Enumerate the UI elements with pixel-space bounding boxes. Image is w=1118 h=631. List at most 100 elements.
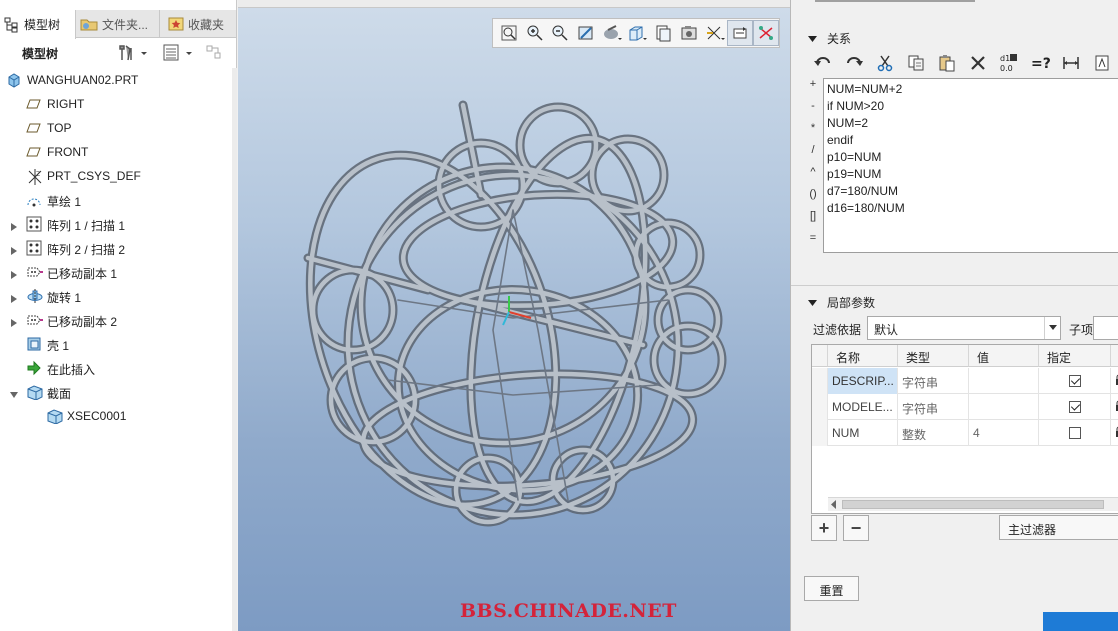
operator-divide[interactable]: / (807, 144, 819, 166)
designate-checkbox[interactable] (1069, 427, 1081, 439)
cell-name[interactable]: MODELE... (828, 394, 898, 420)
cut-button[interactable] (869, 52, 900, 74)
operator-minus[interactable]: - (807, 100, 819, 122)
zoom-in-button[interactable] (522, 20, 548, 46)
column-header-designate[interactable]: 指定 (1039, 345, 1111, 367)
table-row[interactable]: NUM 整数 4 (812, 420, 1118, 446)
column-header-value[interactable]: 值 (969, 345, 1039, 367)
tree-item[interactable]: Z PRT_CSYS_DEF (0, 164, 232, 188)
sort-button[interactable] (1086, 52, 1117, 74)
expand-arrow-icon[interactable] (10, 292, 18, 303)
perspective-button[interactable] (676, 20, 702, 46)
lock-icon[interactable] (1111, 394, 1118, 420)
cell-value[interactable] (969, 394, 1039, 420)
view-manager-button[interactable] (650, 20, 676, 46)
reset-button[interactable]: 重置 (804, 576, 859, 601)
cell-type[interactable]: 字符串 (898, 368, 969, 394)
datum-plane-icon (26, 96, 42, 112)
ok-button-edge[interactable] (1043, 612, 1118, 631)
copy-button[interactable] (900, 52, 931, 74)
row-header[interactable] (812, 420, 828, 446)
scroll-thumb[interactable] (842, 500, 1104, 509)
evaluate-button[interactable]: =? (1024, 52, 1055, 74)
cell-value[interactable]: 4 (969, 420, 1039, 446)
table-horizontal-scrollbar[interactable] (828, 497, 1118, 511)
tree-item[interactable]: 草绘 1 (0, 188, 232, 212)
operator-power[interactable]: ^ (807, 166, 819, 188)
designate-checkbox[interactable] (1069, 401, 1081, 413)
dimension-button[interactable] (1055, 52, 1086, 74)
expand-arrow-icon[interactable] (10, 244, 18, 255)
tab-model-tree[interactable]: 模型树 (0, 10, 76, 39)
cell-value[interactable] (969, 368, 1039, 394)
display-style-button[interactable] (599, 20, 625, 46)
tree-item[interactable]: 旋转 1 (0, 284, 232, 308)
paste-button[interactable] (931, 52, 962, 74)
tree-item[interactable]: RIGHT (0, 92, 232, 116)
refit-button[interactable] (496, 20, 522, 46)
spin-center-button[interactable] (727, 20, 754, 46)
lock-icon[interactable] (1111, 420, 1118, 446)
row-header[interactable] (812, 368, 828, 394)
undo-button[interactable] (807, 52, 838, 74)
tree-item[interactable]: WANGHUAN02.PRT (0, 68, 232, 92)
tree-filter-icon[interactable] (205, 44, 225, 65)
perspective-icon (681, 26, 697, 40)
tree-item[interactable]: FRONT (0, 140, 232, 164)
tree-item[interactable]: TOP (0, 116, 232, 140)
redo-button[interactable] (838, 52, 869, 74)
tree-settings-icon[interactable] (117, 44, 147, 65)
operator-plus[interactable]: + (807, 78, 819, 100)
tree-item-label: TOP (47, 121, 72, 135)
master-filter-button[interactable]: 主过滤器 (999, 515, 1118, 540)
lock-icon[interactable] (1111, 368, 1118, 394)
operator-multiply[interactable]: * (807, 122, 819, 144)
datum-display-button[interactable] (702, 20, 728, 46)
expand-arrow-icon[interactable] (10, 220, 18, 231)
local-params-section-header[interactable]: 局部参数 (807, 294, 875, 311)
annotation-display-button[interactable] (753, 20, 779, 46)
relations-section-header[interactable]: 关系 (807, 30, 851, 47)
tab-favorites[interactable]: 收藏夹 (160, 10, 237, 38)
filter-select[interactable]: 默认 (867, 316, 1061, 340)
tree-item[interactable]: XSEC0001 (0, 404, 232, 428)
scroll-left-icon[interactable] (830, 500, 838, 509)
wire-sphere-model[interactable] (238, 0, 790, 631)
graphics-window[interactable]: BBS.CHINADE.NET (238, 0, 790, 631)
delete-button[interactable] (962, 52, 993, 74)
tree-item[interactable]: 阵列 1 / 扫描 1 (0, 212, 232, 236)
table-row[interactable]: DESCRIP... 字符串 (812, 368, 1118, 394)
operator-equals[interactable]: = (807, 232, 819, 254)
operator-brackets[interactable]: [] (807, 210, 819, 232)
saved-views-button[interactable] (625, 20, 651, 46)
tree-scrollbar[interactable] (232, 68, 237, 631)
display-values-button[interactable]: d1 0.0 (993, 52, 1024, 74)
tree-item[interactable]: 已移动副本 1 (0, 260, 232, 284)
tree-item[interactable]: 壳 1 (0, 332, 232, 356)
cell-name[interactable]: DESCRIP... (828, 368, 898, 394)
cell-type[interactable]: 字符串 (898, 394, 969, 420)
column-header-name[interactable]: 名称 (828, 345, 898, 367)
row-header[interactable] (812, 394, 828, 420)
tab-folder-browser[interactable]: 文件夹... (76, 10, 160, 38)
expand-arrow-icon[interactable] (10, 316, 18, 327)
remove-parameter-button[interactable]: − (843, 515, 869, 541)
table-row[interactable]: MODELE... 字符串 (812, 394, 1118, 420)
operator-parentheses[interactable]: () (807, 188, 819, 210)
zoom-out-button[interactable] (547, 20, 573, 46)
tree-item[interactable]: 截面 (0, 380, 232, 404)
cell-name[interactable]: NUM (828, 420, 898, 446)
sub-items-select[interactable] (1093, 316, 1118, 340)
column-header-type[interactable]: 类型 (898, 345, 969, 367)
tree-columns-icon[interactable] (162, 44, 192, 65)
relations-editor[interactable]: NUM=NUM+2 if NUM>20 NUM=2 endif p10=NUM … (823, 78, 1118, 253)
tree-item[interactable]: 已移动副本 2 (0, 308, 232, 332)
add-parameter-button[interactable]: + (811, 515, 837, 541)
tree-item[interactable]: 在此插入 (0, 356, 232, 380)
cell-type[interactable]: 整数 (898, 420, 969, 446)
designate-checkbox[interactable] (1069, 375, 1081, 387)
expand-arrow-icon[interactable] (10, 268, 18, 279)
repaint-button[interactable] (573, 20, 599, 46)
tree-item[interactable]: 阵列 2 / 扫描 2 (0, 236, 232, 260)
expanded-arrow-icon[interactable] (10, 388, 18, 398)
